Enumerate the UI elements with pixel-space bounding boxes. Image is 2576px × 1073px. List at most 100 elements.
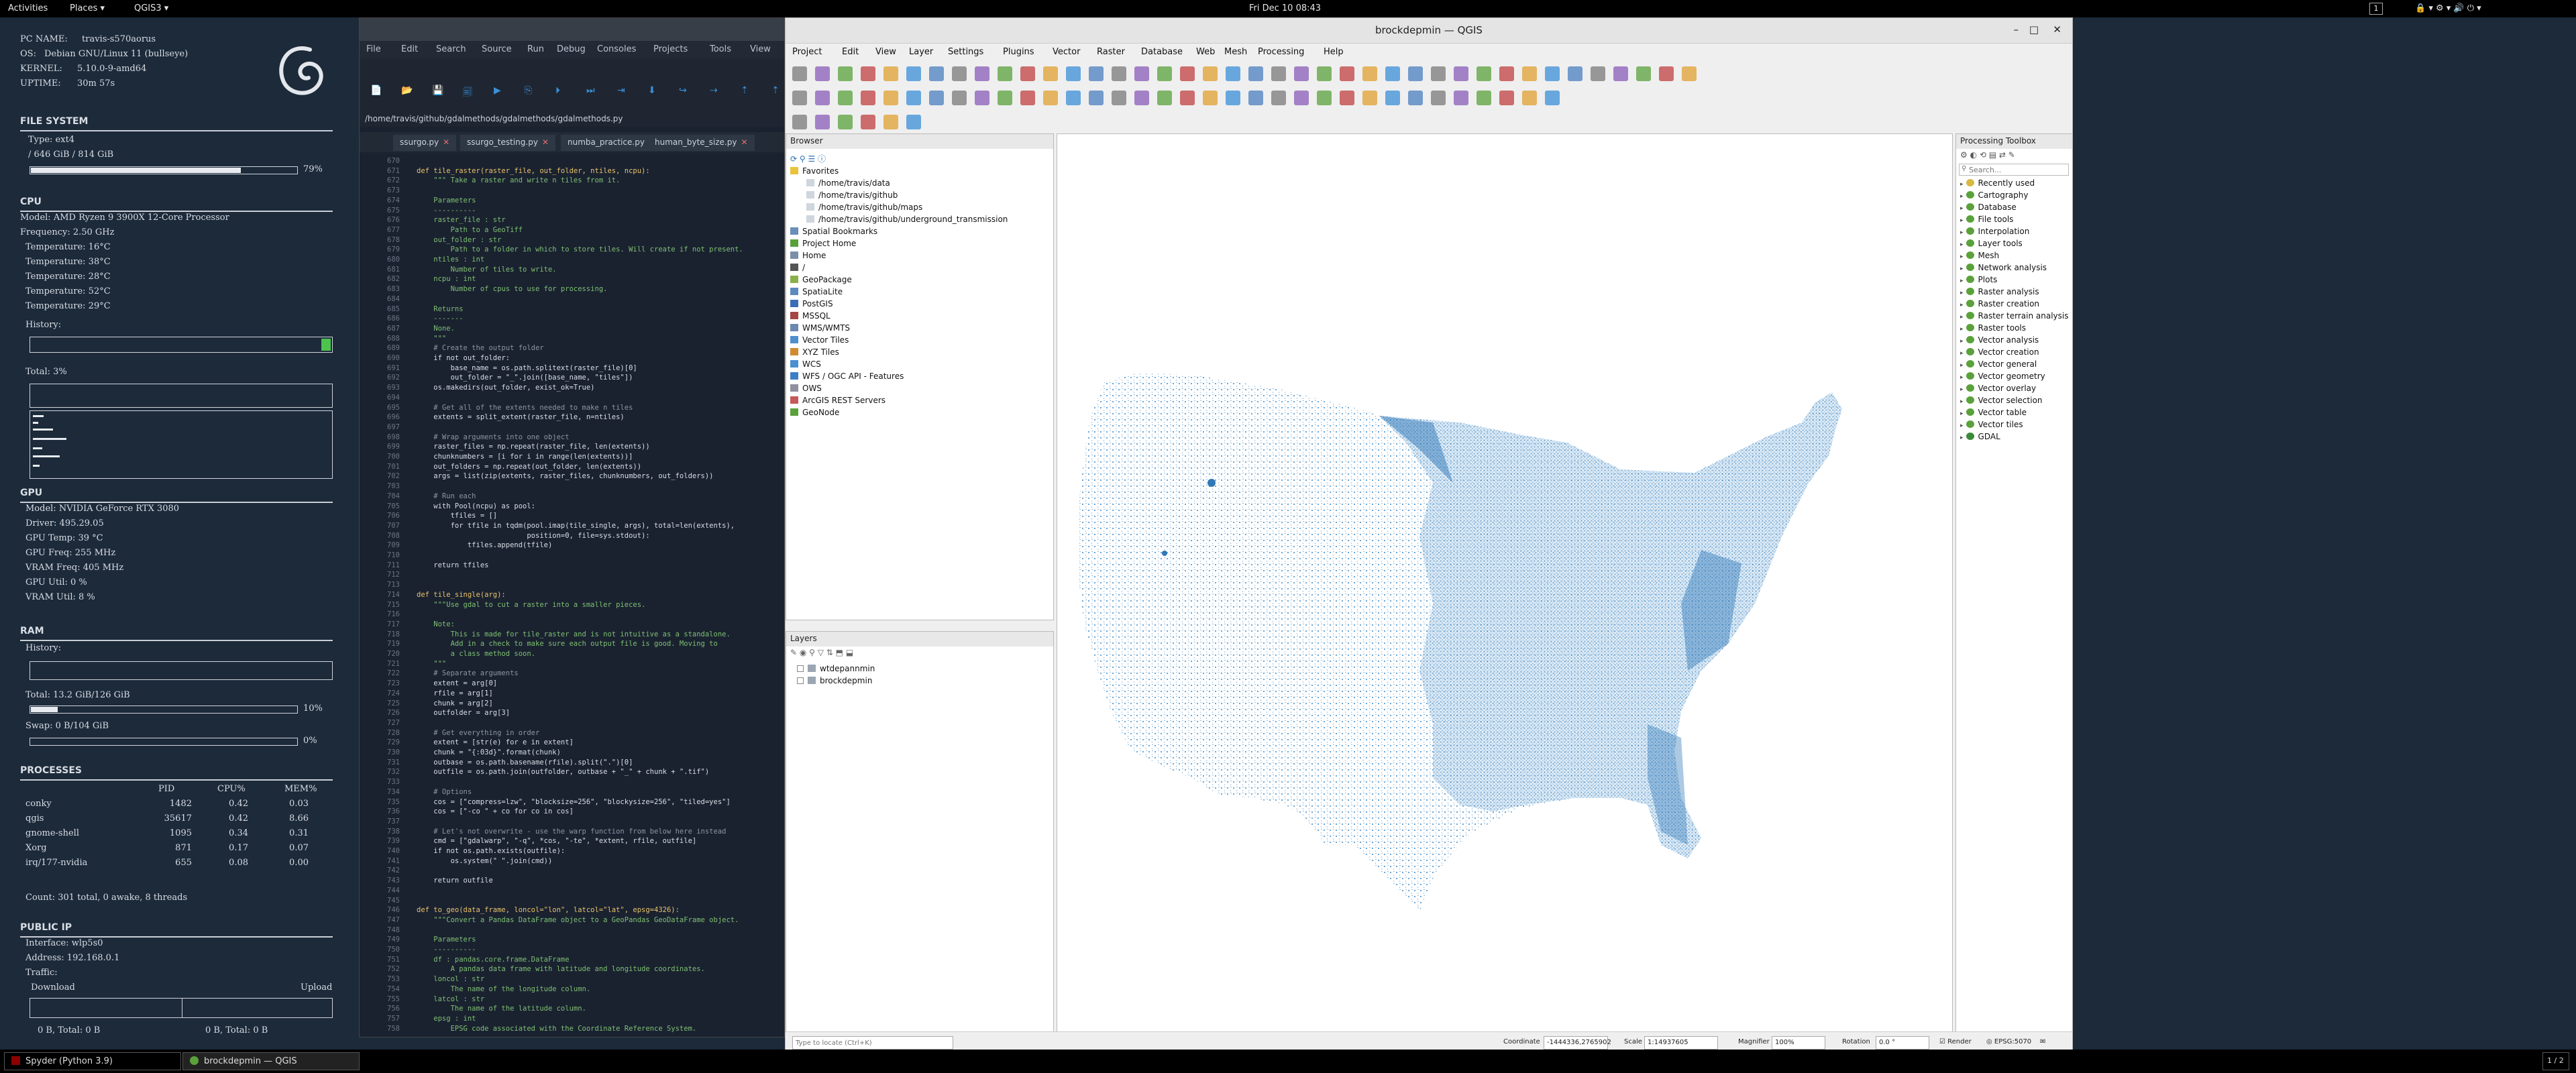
toolbar-icon[interactable] bbox=[861, 91, 875, 105]
layer-item[interactable]: wtdepannmin bbox=[797, 664, 875, 676]
toolbar-icon[interactable] bbox=[838, 115, 853, 129]
spyder-menu-consoles[interactable]: Consoles bbox=[597, 44, 636, 54]
expand-arrow-icon[interactable]: ▸ bbox=[1960, 374, 1964, 381]
qgis-menu-edit[interactable]: Edit bbox=[842, 47, 859, 57]
processing-group[interactable]: ▸ Database bbox=[1960, 203, 2017, 215]
processing-group[interactable]: ▸ GDAL bbox=[1960, 432, 2000, 444]
processing-group[interactable]: ▸ Layer tools bbox=[1960, 239, 2023, 251]
spyder-toolbar-icon[interactable]: ⏭ bbox=[586, 85, 595, 96]
browser-item[interactable]: Spatial Bookmarks bbox=[790, 227, 877, 239]
toolbar-icon[interactable] bbox=[792, 115, 807, 129]
browser-item[interactable]: MSSQL bbox=[790, 311, 830, 323]
toolbar-icon[interactable] bbox=[1157, 91, 1172, 105]
browser-item[interactable]: GeoPackage bbox=[790, 275, 852, 287]
toolbar-icon[interactable] bbox=[1020, 91, 1035, 105]
toolbar-icon[interactable] bbox=[1112, 66, 1126, 81]
qgis-titlebar[interactable]: brockdepmin — QGIS – □ ✕ bbox=[786, 18, 2072, 44]
browser-item[interactable]: WMS/WMTS bbox=[790, 323, 850, 335]
processing-group[interactable]: ▸ Vector overlay bbox=[1960, 384, 2036, 396]
processing-group[interactable]: ▸ Recently used bbox=[1960, 178, 2035, 190]
toolbar-icon[interactable] bbox=[1682, 66, 1697, 81]
qgis-menu-web[interactable]: Web bbox=[1196, 47, 1215, 57]
toolbar-icon[interactable] bbox=[1271, 66, 1286, 81]
toolbar-icon[interactable] bbox=[1203, 91, 1218, 105]
spyder-menu-debug[interactable]: Debug bbox=[557, 44, 586, 54]
browser-item[interactable]: Favorites bbox=[790, 166, 839, 178]
close-tab-icon[interactable]: ✕ bbox=[443, 137, 449, 147]
clock[interactable]: Fri Dec 10 08:43 bbox=[1249, 3, 1321, 13]
processing-group[interactable]: ▸ Vector geometry bbox=[1960, 372, 2045, 384]
layer-visibility-checkbox[interactable] bbox=[797, 677, 804, 684]
toolbar-icon[interactable] bbox=[1317, 66, 1332, 81]
editor-tab[interactable]: ssurgo_testing.py ✕ bbox=[460, 135, 555, 151]
browser-item[interactable]: SpatiaLite bbox=[790, 287, 843, 299]
toolbar-icon[interactable] bbox=[998, 66, 1012, 81]
processing-group[interactable]: ▸ Vector selection bbox=[1960, 396, 2043, 408]
spyder-menu-source[interactable]: Source bbox=[482, 44, 512, 54]
processing-search-input[interactable] bbox=[1959, 164, 2069, 176]
toolbar-icon[interactable] bbox=[906, 91, 921, 105]
toolbar-icon[interactable] bbox=[1066, 66, 1081, 81]
toolbar-icon[interactable] bbox=[1545, 91, 1560, 105]
qgis-menu-settings[interactable]: Settings bbox=[948, 47, 983, 57]
expand-arrow-icon[interactable]: ▸ bbox=[1960, 181, 1964, 188]
toolbar-icon[interactable] bbox=[1545, 66, 1560, 81]
processing-group[interactable]: ▸ Raster analysis bbox=[1960, 287, 2039, 299]
coordinate-field[interactable]: -1444336,2765902 bbox=[1544, 1036, 1611, 1050]
expand-arrow-icon[interactable]: ▸ bbox=[1960, 229, 1964, 236]
toolbar-icon[interactable] bbox=[1112, 91, 1126, 105]
toolbar-icon[interactable] bbox=[929, 91, 944, 105]
toolbar-icon[interactable] bbox=[1180, 66, 1195, 81]
toolbar-icon[interactable] bbox=[1522, 91, 1537, 105]
toolbar-icon[interactable] bbox=[838, 91, 853, 105]
expand-arrow-icon[interactable]: ▸ bbox=[1960, 241, 1964, 248]
toolbar-icon[interactable] bbox=[1180, 91, 1195, 105]
expand-arrow-icon[interactable]: ▸ bbox=[1960, 314, 1964, 321]
processing-group[interactable]: ▸ Interpolation bbox=[1960, 227, 2029, 239]
app-menu[interactable]: QGIS3 ▾ bbox=[134, 3, 168, 13]
toolbar-icon[interactable] bbox=[1499, 91, 1514, 105]
spyder-toolbar-icon[interactable]: ⇢ bbox=[710, 85, 718, 96]
expand-arrow-icon[interactable]: ▸ bbox=[1960, 386, 1964, 393]
toolbar-icon[interactable] bbox=[1431, 66, 1446, 81]
spyder-menu-projects[interactable]: Projects bbox=[653, 44, 688, 54]
browser-item[interactable]: ArcGIS REST Servers bbox=[790, 396, 885, 408]
browser-item[interactable]: GeoNode bbox=[790, 408, 839, 420]
toolbar-icon[interactable] bbox=[1591, 66, 1605, 81]
toolbar-icon[interactable] bbox=[792, 66, 807, 81]
expand-arrow-icon[interactable]: ▸ bbox=[1960, 253, 1964, 260]
spyder-menu-file[interactable]: File bbox=[366, 44, 381, 54]
toolbar-icon[interactable] bbox=[1226, 91, 1240, 105]
spyder-menu-run[interactable]: Run bbox=[527, 44, 544, 54]
toolbar-icon[interactable] bbox=[1294, 66, 1309, 81]
toolbar-icon[interactable] bbox=[1362, 91, 1377, 105]
toolbar-icon[interactable] bbox=[1636, 66, 1651, 81]
rotation-field[interactable]: 0.0 ° bbox=[1876, 1036, 1929, 1050]
toolbar-icon[interactable] bbox=[815, 66, 830, 81]
expand-arrow-icon[interactable]: ▸ bbox=[1960, 290, 1964, 296]
qgis-menu-database[interactable]: Database bbox=[1141, 47, 1183, 57]
spyder-toolbar-icon[interactable]: ⇥ bbox=[617, 85, 625, 96]
toolbar-icon[interactable] bbox=[1408, 91, 1423, 105]
expand-arrow-icon[interactable]: ▸ bbox=[1960, 217, 1964, 224]
toolbar-icon[interactable] bbox=[1089, 66, 1104, 81]
spyder-toolbar-icon[interactable]: 📄 bbox=[370, 85, 382, 96]
magnifier-field[interactable]: 100% bbox=[1772, 1036, 1825, 1050]
expand-arrow-icon[interactable]: ▸ bbox=[1960, 193, 1964, 200]
toolbar-icon[interactable] bbox=[1408, 66, 1423, 81]
spyder-toolbar-icon[interactable]: ⇡ bbox=[771, 85, 780, 96]
spyder-titlebar[interactable] bbox=[360, 18, 784, 41]
toolbar-icon[interactable] bbox=[1477, 66, 1491, 81]
toolbar-icon[interactable] bbox=[929, 66, 944, 81]
spyder-menu-view[interactable]: View bbox=[750, 44, 771, 54]
expand-arrow-icon[interactable]: ▸ bbox=[1960, 410, 1964, 417]
spyder-menu-search[interactable]: Search bbox=[436, 44, 466, 54]
expand-arrow-icon[interactable]: ▸ bbox=[1960, 266, 1964, 272]
minimize-button[interactable]: – bbox=[2014, 23, 2019, 36]
toolbar-icon[interactable] bbox=[883, 91, 898, 105]
processing-group[interactable]: ▸ Raster tools bbox=[1960, 323, 2026, 335]
spyder-toolbar-icon[interactable]: ↪ bbox=[679, 85, 687, 96]
editor-tab[interactable]: ssurgo.py ✕ bbox=[393, 135, 457, 151]
toolbar-icon[interactable] bbox=[1431, 91, 1446, 105]
system-tray-icons[interactable]: 🔒 ▾ ⚙ ▾ 🔊 ⏻ ▾ bbox=[2415, 3, 2481, 13]
